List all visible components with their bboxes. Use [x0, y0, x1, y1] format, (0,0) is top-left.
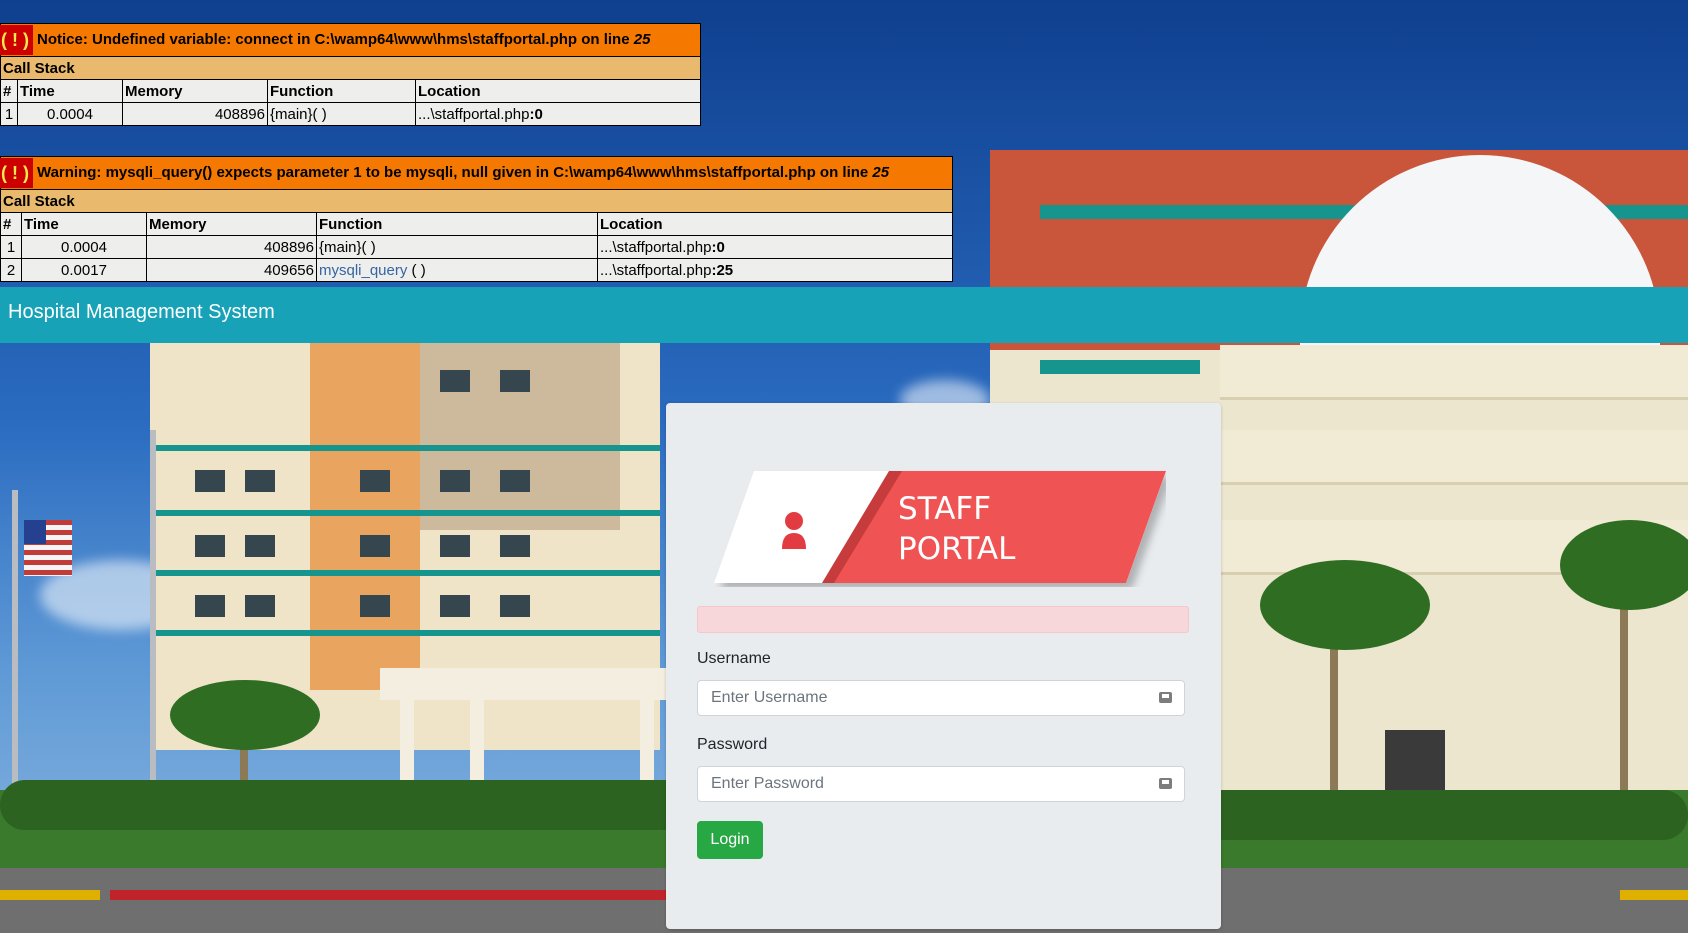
call-stack-header-row: # Time Memory Function Location [0, 212, 953, 236]
table-row: 2 0.0017 409656 mysqli_query ( ) ...\sta… [0, 258, 953, 282]
php-warning-table: ( ! ) Warning: mysqli_query() expects par… [0, 156, 953, 282]
flag-icon [24, 520, 72, 576]
call-stack-header-row: # Time Memory Function Location [0, 79, 701, 103]
error-message: ( ! ) Notice: Undefined variable: connect… [0, 23, 701, 57]
username-input[interactable] [698, 681, 1164, 715]
login-button[interactable]: Login [697, 821, 763, 859]
top-navbar: Hospital Management System [0, 287, 1688, 343]
call-stack-heading: Call Stack [0, 56, 701, 80]
table-row: 1 0.0004 408896 {main}( ) ...\staffporta… [0, 235, 953, 259]
error-alert [697, 606, 1189, 633]
logo-line-1: STAFF [898, 491, 991, 527]
password-label: Password [697, 736, 768, 753]
keyboard-icon [1159, 778, 1172, 789]
username-field-wrap [697, 680, 1185, 716]
staff-portal-logo: STAFF PORTAL [714, 469, 1166, 587]
php-notice-table: ( ! ) Notice: Undefined variable: connect… [0, 23, 701, 126]
password-input[interactable] [698, 767, 1164, 801]
error-message: ( ! ) Warning: mysqli_query() expects par… [0, 156, 953, 190]
mysqli-query-doc-link[interactable]: mysqli_query [319, 262, 407, 279]
logo-line-2: PORTAL [898, 531, 1016, 567]
keyboard-icon [1159, 692, 1172, 703]
call-stack-heading: Call Stack [0, 189, 953, 213]
username-label: Username [697, 650, 771, 667]
warning-icon: ( ! ) [0, 158, 33, 188]
navbar-brand[interactable]: Hospital Management System [8, 301, 275, 324]
warning-icon: ( ! ) [0, 25, 33, 55]
table-row: 1 0.0004 408896 {main}( ) ...\staffporta… [0, 102, 701, 126]
password-field-wrap [697, 766, 1185, 802]
login-card: STAFF PORTAL Username Password Login [666, 403, 1221, 929]
